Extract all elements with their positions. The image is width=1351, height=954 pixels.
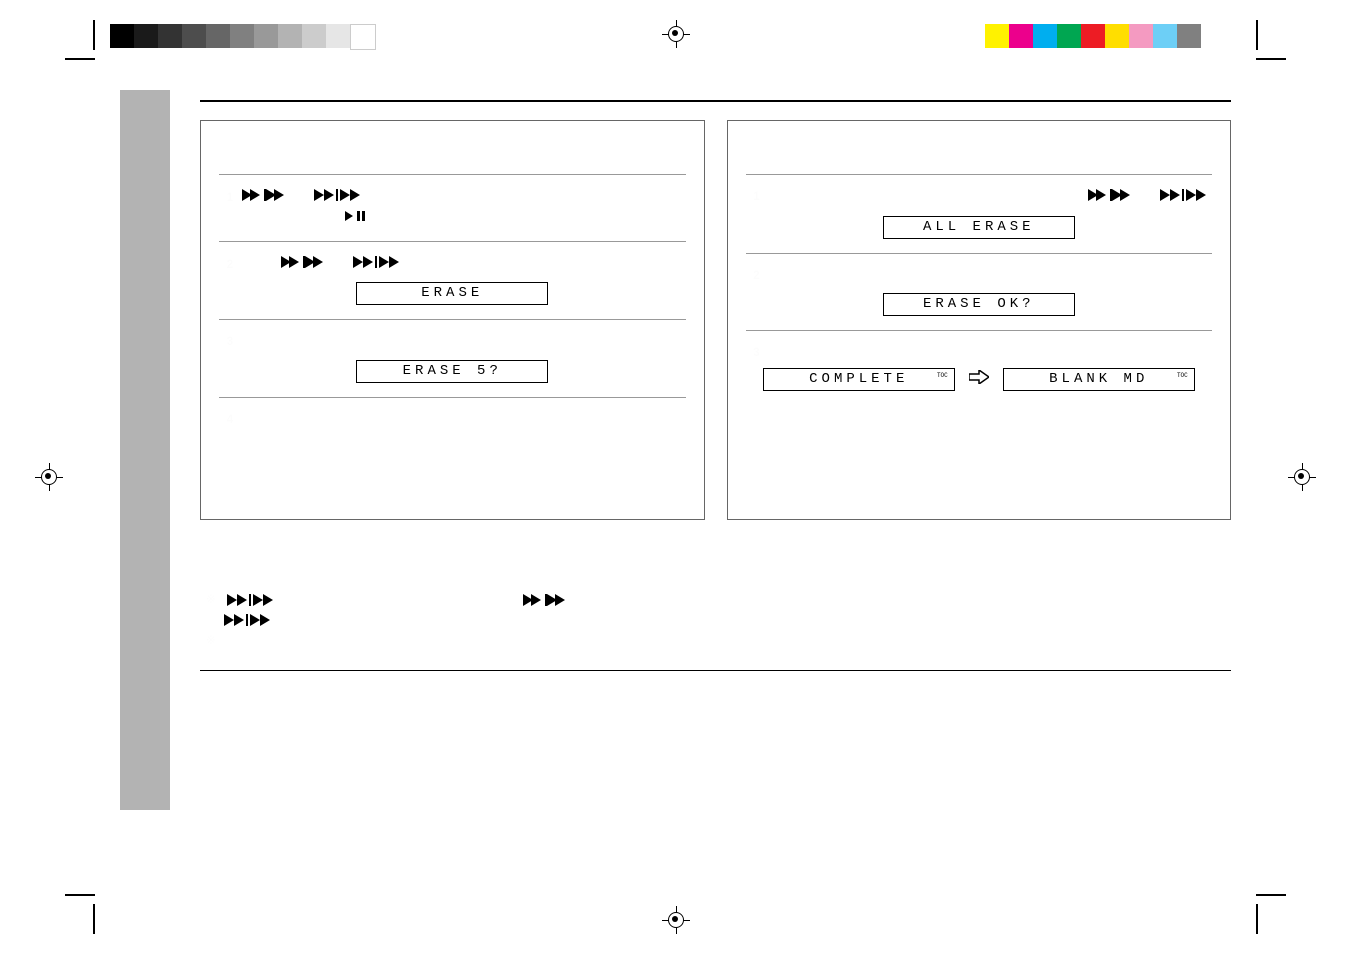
skip-forward-icon (1160, 189, 1208, 207)
skip-forward-icon (353, 256, 401, 274)
gray-swatch (206, 24, 230, 48)
registration-mark-left (35, 463, 63, 491)
gray-swatch (158, 24, 182, 48)
gray-swatch (110, 24, 134, 48)
arrow-right-icon (969, 370, 989, 390)
right-procedure-panel: 1 ALL ERASE 2 ERASE OK? (727, 120, 1232, 520)
left-procedure-panel: 1 2 (200, 120, 705, 520)
color-swatch (1009, 24, 1033, 48)
section-rule (200, 100, 1231, 102)
color-swatch (1105, 24, 1129, 48)
display-all-erase: ALL ERASE (883, 216, 1075, 239)
gray-swatch (230, 24, 254, 48)
right-step-3: 3 (750, 345, 1209, 362)
footnotes: ※ (200, 590, 1231, 671)
skip-back-icon (279, 256, 327, 274)
left-step-2: 2 (223, 256, 682, 274)
skip-forward-icon (224, 610, 272, 631)
gray-swatch (350, 24, 376, 50)
play-pause-icon (345, 210, 682, 227)
skip-back-icon (521, 594, 569, 606)
right-heading (750, 143, 1209, 160)
gray-swatch (326, 24, 350, 48)
left-heading (223, 143, 682, 160)
left-step-1: 1 (223, 189, 682, 227)
skip-back-icon (1086, 189, 1134, 207)
registration-mark-bottom (662, 906, 690, 934)
right-step-1: 1 (750, 189, 1209, 207)
gray-swatch (302, 24, 326, 48)
grayscale-calibration-bar (110, 24, 376, 48)
crop-mark-top-left (55, 20, 95, 60)
display-blank-md: BLANK MDTOC (1003, 368, 1195, 391)
gray-swatch (254, 24, 278, 48)
skip-back-icon (240, 189, 288, 207)
page-gutter-bar (120, 90, 170, 810)
color-swatch (1081, 24, 1105, 48)
color-swatch (1033, 24, 1057, 48)
crop-mark-bottom-left (55, 894, 95, 934)
registration-mark-right (1288, 463, 1316, 491)
color-swatch (1057, 24, 1081, 48)
skip-forward-icon (227, 594, 278, 606)
display-erase-ok: ERASE OK? (883, 293, 1075, 316)
left-step-3: 3 (223, 334, 682, 351)
crop-mark-top-right (1256, 20, 1296, 60)
color-swatch (1153, 24, 1177, 48)
page-body: 1 2 (120, 90, 1231, 864)
display-erase-5: ERASE 5? (356, 360, 548, 383)
right-step-2: 2 (750, 268, 1209, 285)
color-calibration-bar (985, 24, 1201, 48)
display-erase: ERASE (356, 282, 548, 305)
gray-swatch (134, 24, 158, 48)
color-swatch (985, 24, 1009, 48)
gray-swatch (182, 24, 206, 48)
crop-mark-bottom-right (1256, 894, 1296, 934)
registration-mark-top (662, 20, 690, 48)
gray-swatch (278, 24, 302, 48)
color-swatch (1177, 24, 1201, 48)
skip-forward-icon (314, 189, 362, 207)
left-step-4: 4 (223, 412, 682, 429)
color-swatch (1129, 24, 1153, 48)
display-complete: COMPLETETOC (763, 368, 955, 391)
